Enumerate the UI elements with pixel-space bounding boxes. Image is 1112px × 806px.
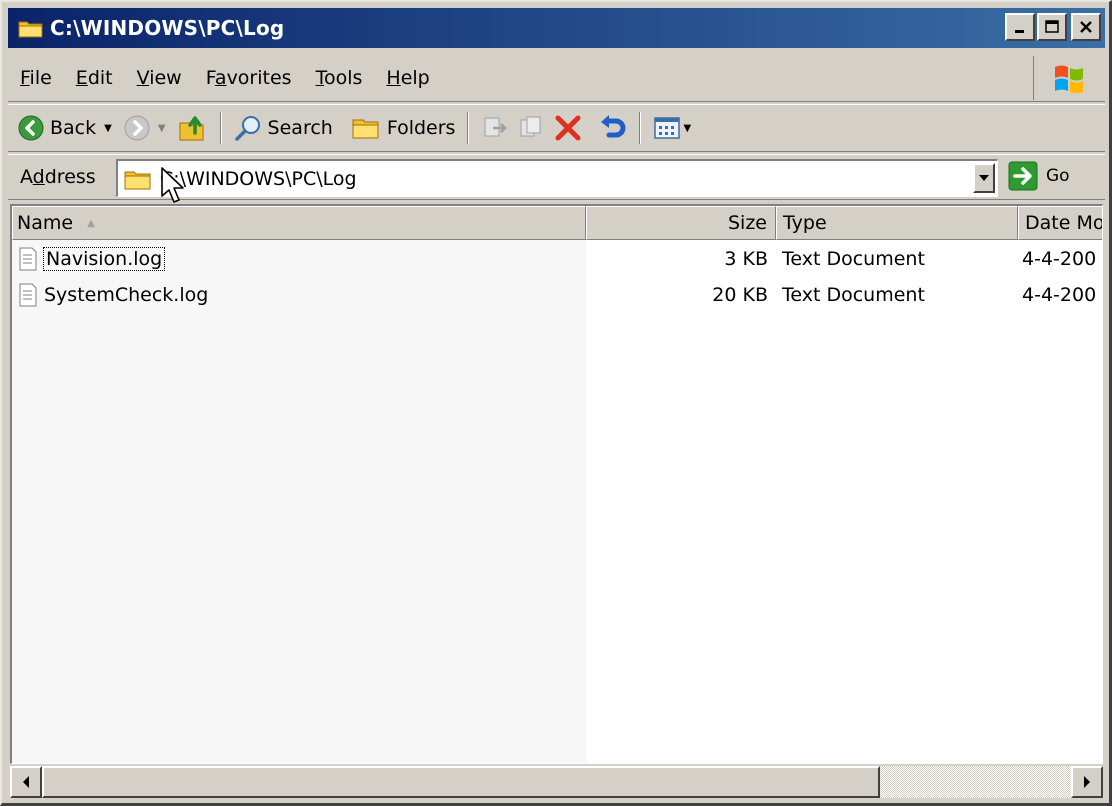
windows-logo <box>1033 56 1103 100</box>
menu-bar: File Edit View Favorites Tools Help <box>8 54 1105 102</box>
chevron-down-icon <box>979 175 989 181</box>
search-button[interactable]: Search <box>230 108 337 148</box>
scroll-right-button[interactable] <box>1071 766 1103 798</box>
scroll-left-button[interactable] <box>10 766 42 798</box>
go-label: Go <box>1046 166 1070 186</box>
back-label: Back <box>50 117 97 139</box>
maximize-button[interactable] <box>1037 13 1067 41</box>
close-button[interactable] <box>1071 13 1101 41</box>
horizontal-scrollbar[interactable] <box>10 766 1103 798</box>
column-header-type[interactable]: Type <box>776 206 1018 240</box>
arrow-right-icon <box>1084 776 1090 788</box>
up-button[interactable] <box>174 108 212 148</box>
file-type: Text Document <box>782 284 925 306</box>
file-type: Text Document <box>782 248 925 270</box>
menu-tools[interactable]: Tools <box>304 67 375 89</box>
file-row[interactable]: SystemCheck.log 20 KB Text Document 4-4-… <box>12 278 1102 312</box>
copy-to-icon <box>520 116 541 137</box>
undo-button[interactable] <box>593 108 631 148</box>
address-value: C:\WINDOWS\PC\Log <box>160 167 357 190</box>
views-icon <box>654 117 681 139</box>
up-folder-icon <box>179 116 204 141</box>
toolbar-separator <box>639 112 642 144</box>
file-list[interactable]: Name ▲ Size Type Date Mo Navision.log 3 … <box>10 204 1103 764</box>
text-document-icon <box>19 247 37 271</box>
column-header-size[interactable]: Size <box>586 206 776 240</box>
delete-icon <box>555 115 581 141</box>
back-icon <box>18 115 44 141</box>
menu-help[interactable]: Help <box>374 67 441 89</box>
delete-button[interactable] <box>549 108 587 148</box>
go-button[interactable]: Go <box>1008 161 1070 191</box>
file-size: 3 KB <box>724 248 768 270</box>
address-label: Address <box>20 166 96 188</box>
file-date-modified: 4-4-200 <box>1022 284 1097 306</box>
windows-flag-icon <box>1054 65 1083 94</box>
toolbar-separator <box>219 112 222 144</box>
arrow-left-icon <box>23 776 29 788</box>
window-title: C:\WINDOWS\PC\Log <box>50 16 285 40</box>
views-dropdown-icon[interactable]: ▼ <box>683 123 691 134</box>
folder-icon <box>18 21 43 38</box>
folders-label: Folders <box>386 117 456 139</box>
explorer-window: C:\WINDOWS\PC\Log File Edit View Favorit… <box>0 0 1112 806</box>
folder-icon <box>124 171 151 189</box>
forward-button[interactable]: ▼ <box>120 108 174 148</box>
move-to-button[interactable] <box>477 108 513 148</box>
menu-favorites[interactable]: Favorites <box>194 67 304 89</box>
move-to-icon <box>484 117 508 137</box>
file-date-modified: 4-4-200 <box>1022 248 1097 270</box>
folders-button[interactable]: Folders <box>347 108 460 148</box>
column-header-date-modified[interactable]: Date Mo <box>1018 206 1102 240</box>
menu-file[interactable]: File <box>8 67 64 89</box>
toolbar-separator <box>467 112 470 144</box>
maximize-icon <box>1045 20 1059 33</box>
forward-dropdown-icon[interactable]: ▼ <box>158 123 166 134</box>
address-dropdown-button[interactable] <box>973 163 995 193</box>
file-name: Navision.log <box>42 247 166 271</box>
search-icon <box>234 116 260 141</box>
undo-icon <box>601 115 626 138</box>
close-icon <box>1080 21 1092 33</box>
copy-to-button[interactable] <box>513 108 549 148</box>
sort-ascending-icon: ▲ <box>87 217 95 229</box>
file-row[interactable]: Navision.log 3 KB Text Document 4-4-200 <box>12 242 1102 276</box>
back-button[interactable]: Back ▼ <box>14 108 120 148</box>
mouse-cursor-icon <box>161 167 184 203</box>
standard-toolbar: Back ▼ ▼ Search Folders ▼ <box>8 104 1105 152</box>
forward-icon <box>124 115 150 141</box>
text-document-icon <box>19 283 37 307</box>
address-input[interactable]: C:\WINDOWS\PC\Log <box>116 159 998 197</box>
views-button[interactable]: ▼ <box>649 108 699 148</box>
search-label: Search <box>267 117 333 139</box>
menu-view[interactable]: View <box>125 67 194 89</box>
menu-edit[interactable]: Edit <box>64 67 125 89</box>
minimize-button[interactable] <box>1005 13 1035 41</box>
file-size: 20 KB <box>712 284 768 306</box>
column-header-name[interactable]: Name ▲ <box>12 206 586 240</box>
back-dropdown-icon[interactable]: ▼ <box>104 123 112 134</box>
file-name: SystemCheck.log <box>44 284 209 306</box>
title-bar[interactable]: C:\WINDOWS\PC\Log <box>8 8 1105 48</box>
folders-icon <box>352 119 379 139</box>
minimize-icon <box>1015 30 1024 33</box>
go-arrow-icon <box>1008 161 1038 191</box>
scrollbar-thumb[interactable] <box>42 766 880 798</box>
